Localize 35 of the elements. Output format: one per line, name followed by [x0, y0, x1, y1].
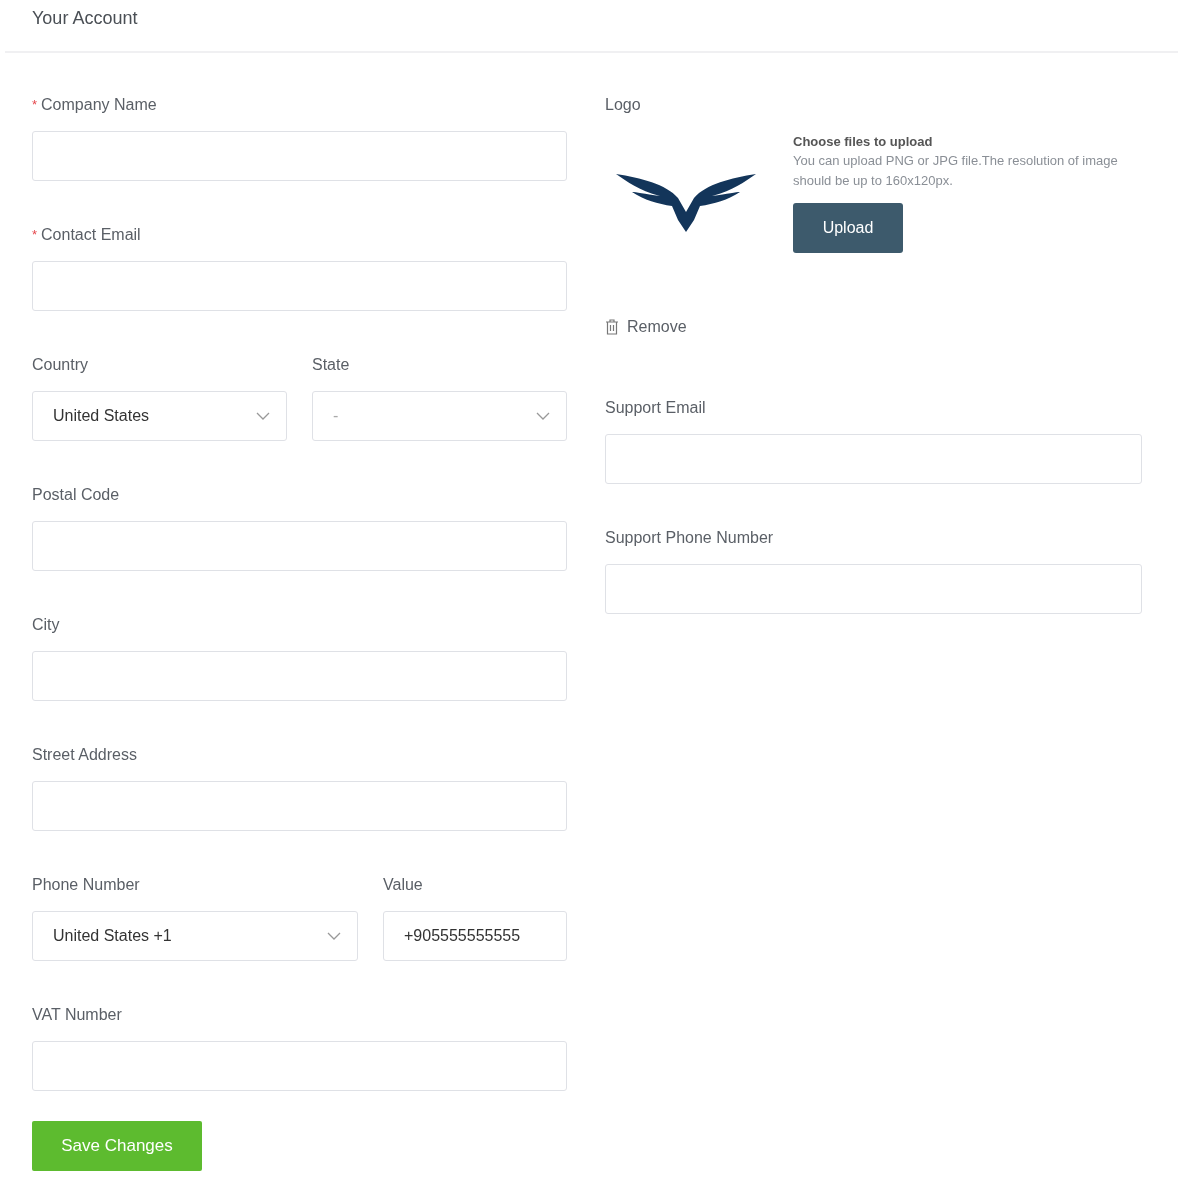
- input-field[interactable]: [32, 781, 567, 831]
- field-label: Postal Code: [32, 485, 120, 505]
- field-label: Street Address: [32, 745, 137, 765]
- select-field[interactable]: United States +1: [32, 911, 358, 961]
- page-title: Your Account: [32, 8, 138, 28]
- input-field[interactable]: [605, 564, 1142, 614]
- field-label: Value: [383, 875, 423, 895]
- input-field[interactable]: [32, 521, 567, 571]
- upload-title: Choose files to upload: [793, 133, 934, 151]
- required-asterisk: *: [32, 96, 38, 115]
- select-field[interactable]: United States: [32, 391, 287, 441]
- input-field[interactable]: +905555555555: [383, 911, 567, 961]
- field-label: Contact Email: [41, 225, 141, 245]
- field-label: State: [312, 355, 350, 375]
- required-asterisk: *: [32, 226, 38, 245]
- field-label: Phone Number: [32, 875, 140, 895]
- field-label: City: [32, 615, 60, 635]
- upload-button[interactable]: Upload: [793, 203, 903, 253]
- chevron-down-icon: [536, 412, 550, 420]
- input-field[interactable]: [32, 261, 567, 311]
- field-label: Country: [32, 355, 89, 375]
- field-label: Company Name: [41, 95, 157, 115]
- input-field[interactable]: [605, 434, 1142, 484]
- chevron-down-icon: [256, 412, 270, 420]
- upload-hint: You can upload PNG or JPG file.The resolution of image should be up to 160x120px.: [793, 152, 1119, 190]
- field-label: Support Phone Number: [605, 528, 774, 548]
- field-label: VAT Number: [32, 1005, 122, 1025]
- field-label: Logo: [605, 95, 641, 115]
- input-field[interactable]: [32, 1041, 567, 1091]
- field-label: Support Email: [605, 398, 706, 418]
- remove-button[interactable]: Remove: [605, 315, 687, 339]
- trash-icon: [605, 319, 619, 335]
- chevron-down-icon: [327, 932, 341, 940]
- input-field[interactable]: [32, 651, 567, 701]
- input-field[interactable]: [32, 131, 567, 181]
